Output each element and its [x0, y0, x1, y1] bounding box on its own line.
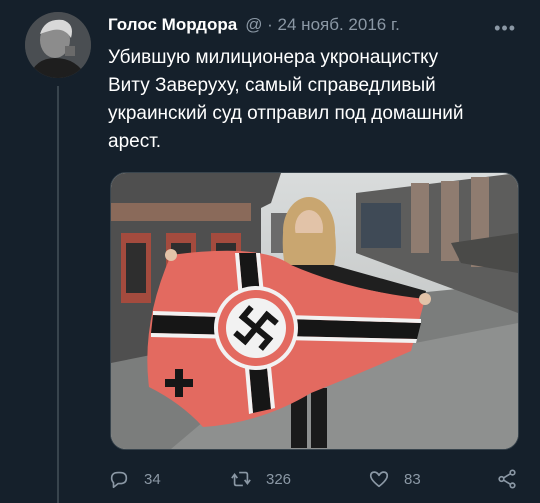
- tweet-header: Голос Мордора @ · 24 нояб. 2016 г. •••: [108, 14, 530, 39]
- thread-line: [57, 86, 59, 503]
- like-count: 83: [404, 470, 421, 488]
- tweet-text-line: арест.: [108, 131, 162, 152]
- avatar[interactable]: [25, 12, 91, 78]
- tweet-photo[interactable]: [110, 172, 519, 450]
- tweet-actions: 34 326 83: [108, 464, 528, 494]
- retweet-icon: [231, 471, 251, 487]
- like-icon: [369, 471, 389, 488]
- share-button[interactable]: [496, 464, 532, 494]
- avatar-image: [25, 12, 91, 78]
- retweet-button[interactable]: 326: [230, 464, 291, 494]
- reply-button[interactable]: 34: [108, 464, 161, 494]
- photo-image: [111, 173, 518, 449]
- reply-icon: [110, 471, 128, 489]
- retweet-count: 326: [266, 470, 292, 488]
- share-icon: [498, 469, 516, 489]
- author-name[interactable]: Голос Мордора: [108, 15, 237, 35]
- tweet-text: Убившую милиционера укронацистку Виту За…: [108, 44, 528, 156]
- more-options-icon[interactable]: •••: [494, 18, 516, 39]
- handle-and-date[interactable]: @ · 24 нояб. 2016 г.: [245, 15, 400, 35]
- like-button[interactable]: 83: [368, 464, 421, 494]
- tweet-text-line: Виту Заверуху, самый справедливый: [108, 75, 436, 96]
- reply-count: 34: [144, 470, 161, 488]
- tweet-text-line: Убившую милиционера укронацистку: [108, 47, 439, 68]
- tweet-text-line: украинский суд отправил под домашний: [108, 103, 464, 124]
